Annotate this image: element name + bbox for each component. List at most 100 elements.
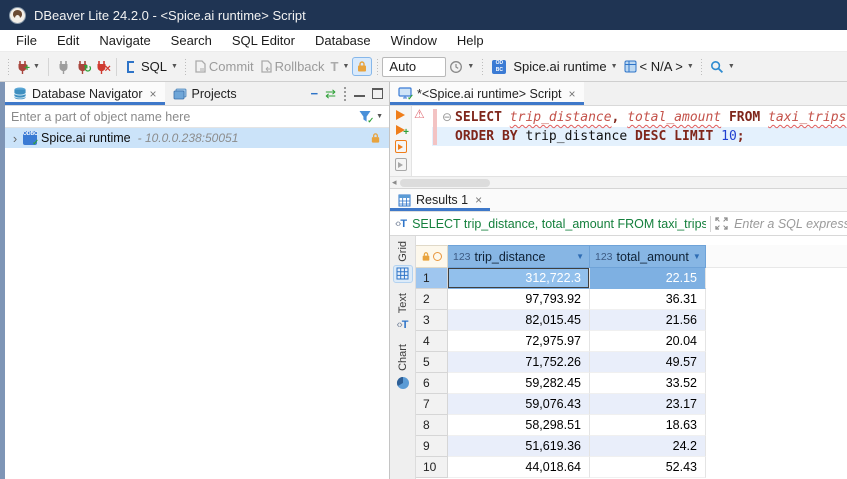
grid-cell-trip-distance[interactable]: 82,015.45 [448, 310, 590, 331]
grid-cell-total-amount[interactable]: 52.43 [590, 457, 706, 478]
sql-line[interactable]: ⊖SELECT trip_distance, total_amount FROM… [432, 108, 847, 127]
minimize-icon[interactable] [354, 88, 365, 97]
grid-cell-trip-distance[interactable]: 71,752.26 [448, 352, 590, 373]
grid-cell-total-amount[interactable]: 22.15 [590, 268, 706, 289]
table-row[interactable]: 297,793.9236.31 [416, 289, 847, 310]
grid-cell-total-amount[interactable]: 36.31 [590, 289, 706, 310]
new-sql-editor-button[interactable]: SQL ▼ [122, 57, 181, 76]
grid-cell-total-amount[interactable]: 24.2 [590, 436, 706, 457]
expression-input[interactable]: Enter a SQL expression to [734, 217, 847, 231]
menu-database[interactable]: Database [305, 30, 381, 51]
row-number[interactable]: 8 [416, 415, 448, 436]
row-number[interactable]: 7 [416, 394, 448, 415]
grid-cell-total-amount[interactable]: 20.04 [590, 331, 706, 352]
close-icon[interactable]: × [149, 87, 156, 101]
active-schema-selector[interactable]: < N/A > ▼ [621, 57, 697, 76]
maximize-icon[interactable] [372, 88, 383, 99]
execute-new-tab-icon[interactable]: + [396, 125, 405, 135]
tab-results-1[interactable]: Results 1 × [390, 189, 490, 211]
sql-code-area[interactable]: ⊖SELECT trip_distance, total_amount FROM… [432, 106, 847, 176]
fold-icon[interactable]: ⊖ [442, 108, 455, 127]
reconnect-button[interactable]: ↻ [73, 58, 92, 76]
view-menu-grip[interactable] [343, 87, 347, 101]
tab-text[interactable]: Text ‹›T [394, 293, 412, 333]
table-row[interactable]: 1044,018.6452.43 [416, 457, 847, 478]
chevron-down-icon[interactable]: ▼ [376, 113, 383, 120]
tab-database-navigator[interactable]: Database Navigator × [5, 82, 165, 105]
search-button[interactable]: ▼ [707, 58, 738, 76]
grid-cell-trip-distance[interactable]: 97,793.92 [448, 289, 590, 310]
table-row[interactable]: 472,975.9720.04 [416, 331, 847, 352]
script-icon[interactable] [395, 158, 407, 171]
row-number[interactable]: 5 [416, 352, 448, 373]
tab-grid[interactable]: Grid [394, 241, 412, 282]
table-row[interactable]: 1312,722.322.15 [416, 268, 847, 289]
table-row[interactable]: 382,015.4521.56 [416, 310, 847, 331]
table-row[interactable]: 659,282.4533.52 [416, 373, 847, 394]
tab-projects[interactable]: Projects [165, 82, 245, 105]
grid-cell-trip-distance[interactable]: 312,722.3 [448, 268, 590, 289]
menu-search[interactable]: Search [161, 30, 222, 51]
active-connection-selector[interactable]: ODBC Spice.ai runtime ▼ [487, 57, 620, 76]
rollback-button[interactable]: Rollback [257, 57, 328, 76]
row-number[interactable]: 10 [416, 457, 448, 478]
grid-cell-trip-distance[interactable]: 72,975.97 [448, 331, 590, 352]
execute-statement-icon[interactable] [396, 110, 405, 120]
disconnect-button[interactable]: × [92, 58, 111, 76]
column-header-total-amount[interactable]: 123 total_amount ▼ [590, 245, 706, 268]
menu-navigate[interactable]: Navigate [89, 30, 160, 51]
row-number[interactable]: 6 [416, 373, 448, 394]
menu-edit[interactable]: Edit [47, 30, 89, 51]
menu-window[interactable]: Window [381, 30, 447, 51]
tree-item-connection[interactable]: › ODBC ✓ Spice.ai runtime - 10.0.0.238:5… [5, 128, 389, 148]
grid-cell-trip-distance[interactable]: 51,619.36 [448, 436, 590, 457]
row-number[interactable]: 2 [416, 289, 448, 310]
grid-cell-total-amount[interactable]: 18.63 [590, 415, 706, 436]
row-number[interactable]: 1 [416, 268, 448, 289]
link-with-editor-icon[interactable]: ⇄ [325, 86, 336, 102]
filter-dropdown-icon[interactable]: ▼ [576, 252, 584, 261]
close-icon[interactable]: × [475, 193, 482, 207]
grid-cell-trip-distance[interactable]: 44,018.64 [448, 457, 590, 478]
expand-panel-icon[interactable] [715, 217, 728, 230]
table-row[interactable]: 571,752.2649.57 [416, 352, 847, 373]
row-number[interactable]: 3 [416, 310, 448, 331]
new-connection-button[interactable]: + ▼ [13, 58, 43, 76]
column-header-trip-distance[interactable]: 123 trip_distance ▼ [448, 245, 590, 268]
autocommit-mode-combo[interactable]: Auto [382, 57, 446, 77]
menu-help[interactable]: Help [447, 30, 494, 51]
sql-line-current[interactable]: ORDER BY trip_distance DESC LIMIT 10; [432, 127, 847, 146]
table-row[interactable]: 951,619.3624.2 [416, 436, 847, 457]
scroll-left-icon[interactable]: ◂ [392, 177, 397, 188]
execute-script-icon[interactable] [395, 140, 407, 153]
grid-cell-total-amount[interactable]: 33.52 [590, 373, 706, 394]
transaction-history-button[interactable]: ▼ [446, 58, 477, 76]
object-filter-input[interactable]: Enter a part of object name here [11, 110, 358, 124]
grid-cell-trip-distance[interactable]: 58,298.51 [448, 415, 590, 436]
menu-file[interactable]: File [6, 30, 47, 51]
editor-hscrollbar[interactable]: ◂ [390, 176, 847, 188]
sql-editor[interactable]: + ⚠ ⊖SELECT trip_distance, total_amount … [390, 106, 847, 176]
connect-button[interactable] [54, 58, 73, 76]
tab-sql-script[interactable]: ✓ *<Spice.ai runtime> Script × [390, 82, 584, 105]
grid-cell-total-amount[interactable]: 49.57 [590, 352, 706, 373]
grid-corner-cell[interactable] [416, 245, 448, 268]
menu-sql-editor[interactable]: SQL Editor [222, 30, 305, 51]
grid-cell-trip-distance[interactable]: 59,076.43 [448, 394, 590, 415]
expander-icon[interactable]: › [9, 131, 21, 146]
table-row[interactable]: 858,298.5118.63 [416, 415, 847, 436]
row-number[interactable]: 4 [416, 331, 448, 352]
row-number[interactable]: 9 [416, 436, 448, 457]
grid-cell-total-amount[interactable]: 23.17 [590, 394, 706, 415]
grid-cell-trip-distance[interactable]: 59,282.45 [448, 373, 590, 394]
grid-cell-total-amount[interactable]: 21.56 [590, 310, 706, 331]
filter-funnel-icon[interactable]: ✓ [358, 110, 372, 123]
filter-dropdown-icon[interactable]: ▼ [693, 252, 701, 261]
table-row[interactable]: 759,076.4323.17 [416, 394, 847, 415]
commit-button[interactable]: Commit [191, 57, 257, 76]
close-icon[interactable]: × [569, 87, 576, 101]
collapse-all-icon[interactable]: − [311, 86, 319, 101]
connection-readonly-toggle[interactable] [352, 57, 372, 76]
tab-chart[interactable]: Chart [394, 344, 412, 391]
scrollbar-thumb[interactable] [400, 179, 490, 187]
